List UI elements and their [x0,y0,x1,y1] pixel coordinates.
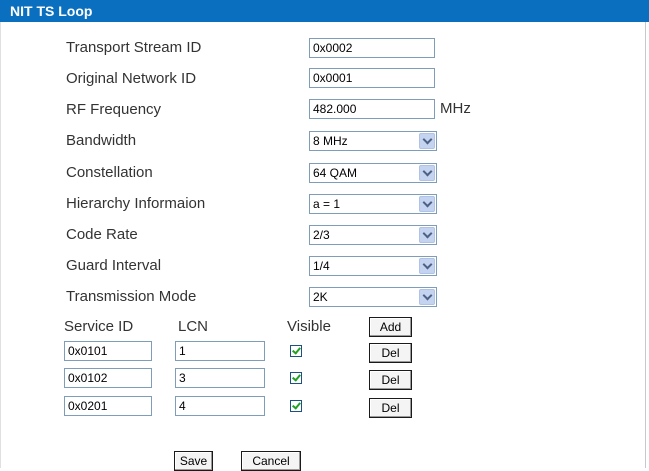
visible-checkbox[interactable] [290,372,302,384]
del-button[interactable]: Del [369,398,412,418]
original-network-id-label: Original Network ID [66,70,197,87]
guard-interval-label: Guard Interval [66,257,162,274]
hierarchy-select[interactable]: a = 1 [309,194,437,214]
code-rate-label: Code Rate [66,226,138,243]
original-network-id-input[interactable]: 0x0001 [309,68,435,88]
chevron-down-icon[interactable] [419,133,435,149]
lcn-input[interactable]: 1 [175,341,265,361]
guard-interval-select[interactable]: 1/4 [309,256,437,276]
save-button[interactable]: Save [174,451,213,471]
window-title: NIT TS Loop [0,0,649,22]
del-button[interactable]: Del [369,343,412,363]
bandwidth-select-value: 8 MHz [313,134,348,148]
bandwidth-select[interactable]: 8 MHz [309,131,437,151]
service-id-input[interactable]: 0x0101 [64,341,152,361]
service-id-input[interactable]: 0x0102 [64,368,152,388]
constellation-select[interactable]: 64 QAM [309,163,437,183]
rf-frequency-input[interactable]: 482.000 [309,99,435,119]
chevron-down-icon[interactable] [419,165,435,181]
lcn-header: LCN [178,318,209,335]
bandwidth-label: Bandwidth [66,132,137,149]
chevron-down-icon[interactable] [419,289,435,305]
visible-header: Visible [287,318,331,335]
lcn-input[interactable]: 4 [175,396,265,416]
code-rate-select-value: 2/3 [313,228,330,242]
chevron-down-icon[interactable] [419,227,435,243]
hierarchy-select-value: a = 1 [313,197,341,211]
visible-checkbox[interactable] [290,400,302,412]
rf-frequency-unit: MHz [440,100,471,117]
transport-stream-id-label: Transport Stream ID [66,39,202,56]
constellation-select-value: 64 QAM [313,166,358,180]
code-rate-select[interactable]: 2/3 [309,225,437,245]
service-id-input[interactable]: 0x0201 [64,396,152,416]
guard-interval-select-value: 1/4 [313,259,330,273]
del-button[interactable]: Del [369,370,412,390]
transport-stream-id-input[interactable]: 0x0002 [309,38,435,58]
cancel-button[interactable]: Cancel [241,451,301,471]
lcn-input[interactable]: 3 [175,368,265,388]
service-id-header: Service ID [64,318,134,335]
transmission-mode-label: Transmission Mode [66,288,197,305]
transmission-mode-select[interactable]: 2K [309,287,437,307]
transmission-mode-select-value: 2K [313,290,328,304]
visible-checkbox[interactable] [290,345,302,357]
add-button[interactable]: Add [369,317,412,337]
chevron-down-icon[interactable] [419,258,435,274]
rf-frequency-label: RF Frequency [66,101,162,118]
constellation-label: Constellation [66,164,153,181]
hierarchy-label: Hierarchy Informaion [66,195,206,212]
chevron-down-icon[interactable] [419,196,435,212]
